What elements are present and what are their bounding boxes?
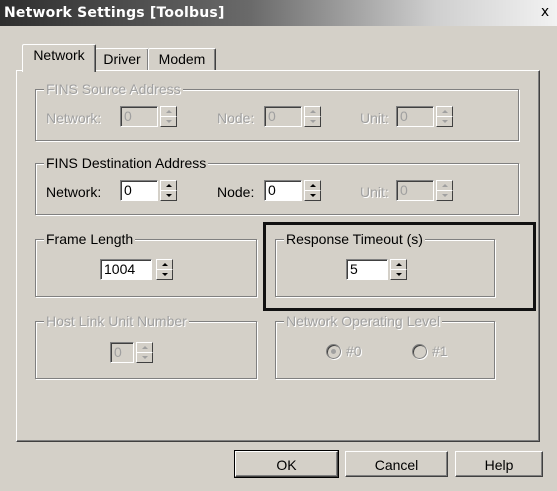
radio-level-1-label: #1 [432, 343, 448, 359]
help-button[interactable]: Help [455, 451, 543, 477]
fins-source-title: FINS Source Address [44, 80, 183, 98]
window-title: Network Settings [Toolbus] [4, 5, 225, 21]
title-bar: Network Settings [Toolbus] x [0, 0, 557, 26]
spin-down-icon [436, 190, 453, 201]
fins-source-group: FINS Source Address Network: 0 Node: 0 U… [35, 80, 519, 141]
frame-length-group: Frame Length 1004 [35, 230, 257, 297]
fins-source-unit-label: Unit: [360, 110, 389, 126]
cancel-button[interactable]: Cancel [345, 451, 448, 477]
radio-level-0-label: #0 [346, 343, 362, 359]
close-icon[interactable]: x [537, 4, 553, 20]
tab-modem[interactable]: Modem [148, 48, 216, 71]
ok-button[interactable]: OK [234, 450, 339, 478]
fins-destination-unit-label: Unit: [360, 184, 389, 200]
radio-level-0 [326, 344, 341, 359]
fins-destination-network-field[interactable]: 0 [120, 180, 158, 201]
spin-down-icon [304, 116, 321, 127]
host-link-group: Host Link Unit Number 0 [35, 312, 257, 379]
fins-destination-group: FINS Destination Address Network: 0 Node… [35, 154, 519, 215]
fins-destination-node-field[interactable]: 0 [264, 180, 302, 201]
host-link-title: Host Link Unit Number [44, 312, 189, 330]
fins-destination-node-label: Node: [217, 184, 255, 200]
tab-driver[interactable]: Driver [95, 48, 149, 71]
spin-down-icon[interactable] [156, 269, 173, 280]
fins-destination-title: FINS Destination Address [44, 154, 209, 172]
radio-level-1 [412, 344, 427, 359]
spin-down-icon [436, 116, 453, 127]
frame-length-field[interactable]: 1004 [100, 259, 152, 280]
fins-destination-network-label: Network: [46, 184, 102, 200]
radio-selected-dot [331, 349, 336, 354]
spin-down-icon [160, 116, 177, 127]
host-link-field: 0 [110, 342, 134, 363]
fins-source-node-label: Node: [217, 110, 255, 126]
fins-source-network-label: Network: [46, 110, 102, 126]
response-timeout-highlight [263, 222, 536, 311]
frame-length-title: Frame Length [44, 230, 136, 248]
fins-source-node-field: 0 [264, 106, 302, 127]
tab-network[interactable]: Network [22, 44, 96, 72]
fins-source-network-field: 0 [120, 106, 158, 127]
fins-destination-unit-field: 0 [396, 180, 434, 201]
spin-down-icon [136, 352, 153, 363]
spin-down-icon[interactable] [160, 190, 177, 201]
network-operating-level-group: Network Operating Level #0 #1 [275, 312, 495, 379]
fins-source-unit-field: 0 [396, 106, 434, 127]
network-operating-level-title: Network Operating Level [284, 312, 443, 330]
spin-down-icon[interactable] [304, 190, 321, 201]
